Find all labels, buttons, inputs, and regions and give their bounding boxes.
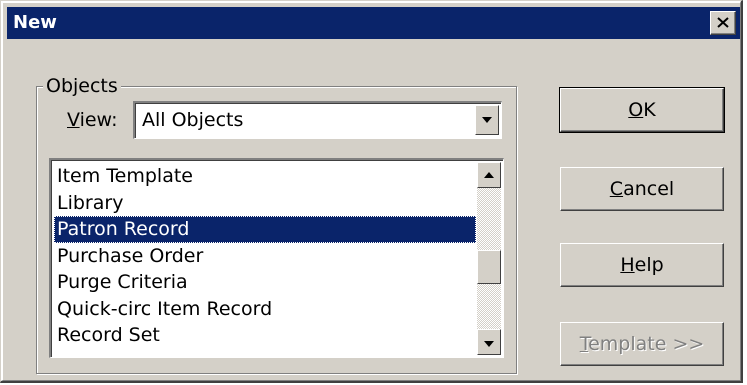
listbox-scrollbar[interactable]: [477, 162, 501, 355]
help-rest: elp: [634, 254, 664, 276]
scroll-up-button[interactable]: [477, 162, 501, 188]
cancel-button[interactable]: Cancel: [560, 167, 724, 211]
template-button[interactable]: Template >>: [560, 322, 724, 366]
list-item[interactable]: Patron Record: [54, 216, 476, 243]
view-label-rest: iew:: [79, 109, 118, 131]
list-item[interactable]: Purge Criteria: [54, 269, 476, 296]
ok-button[interactable]: OK: [559, 87, 725, 133]
list-item[interactable]: Purchase Order: [54, 243, 476, 270]
ok-accel: O: [628, 99, 644, 121]
scroll-down-button[interactable]: [477, 329, 501, 355]
dialog-body: New Objects View: All Objects Item Templ…: [1, 1, 741, 381]
help-button[interactable]: Help: [560, 243, 724, 287]
chevron-down-icon: [482, 117, 492, 123]
list-item[interactable]: Record Set: [54, 322, 476, 349]
list-item[interactable]: Item Template: [54, 163, 476, 190]
close-icon: [717, 17, 729, 28]
cancel-accel: C: [609, 178, 624, 200]
view-label: View:: [67, 109, 117, 131]
new-dialog: New Objects View: All Objects Item Templ…: [0, 0, 743, 383]
close-button[interactable]: [710, 11, 736, 35]
view-dropdown-button[interactable]: [475, 105, 499, 135]
window-title: New: [13, 12, 57, 33]
view-dropdown-value: All Objects: [142, 109, 244, 131]
help-accel: H: [620, 254, 635, 276]
scroll-up-icon: [484, 172, 494, 178]
objects-group-label: Objects: [43, 75, 121, 97]
title-bar[interactable]: New: [7, 7, 740, 39]
scroll-thumb[interactable]: [477, 250, 501, 284]
view-label-accel: V: [67, 109, 80, 131]
template-rest: emplate >>: [588, 333, 705, 355]
scroll-down-icon: [484, 341, 494, 347]
object-type-listbox[interactable]: Item Template Library Patron Record Purchas…: [49, 158, 504, 358]
list-item[interactable]: Quick-circ Item Record: [54, 296, 476, 323]
view-dropdown[interactable]: All Objects: [133, 101, 502, 139]
cancel-rest: ancel: [623, 178, 675, 200]
ok-rest: K: [643, 99, 656, 121]
object-type-list: Item Template Library Patron Record Purchas…: [54, 163, 476, 349]
template-accel: T: [579, 333, 589, 355]
list-item[interactable]: Library: [54, 190, 476, 217]
